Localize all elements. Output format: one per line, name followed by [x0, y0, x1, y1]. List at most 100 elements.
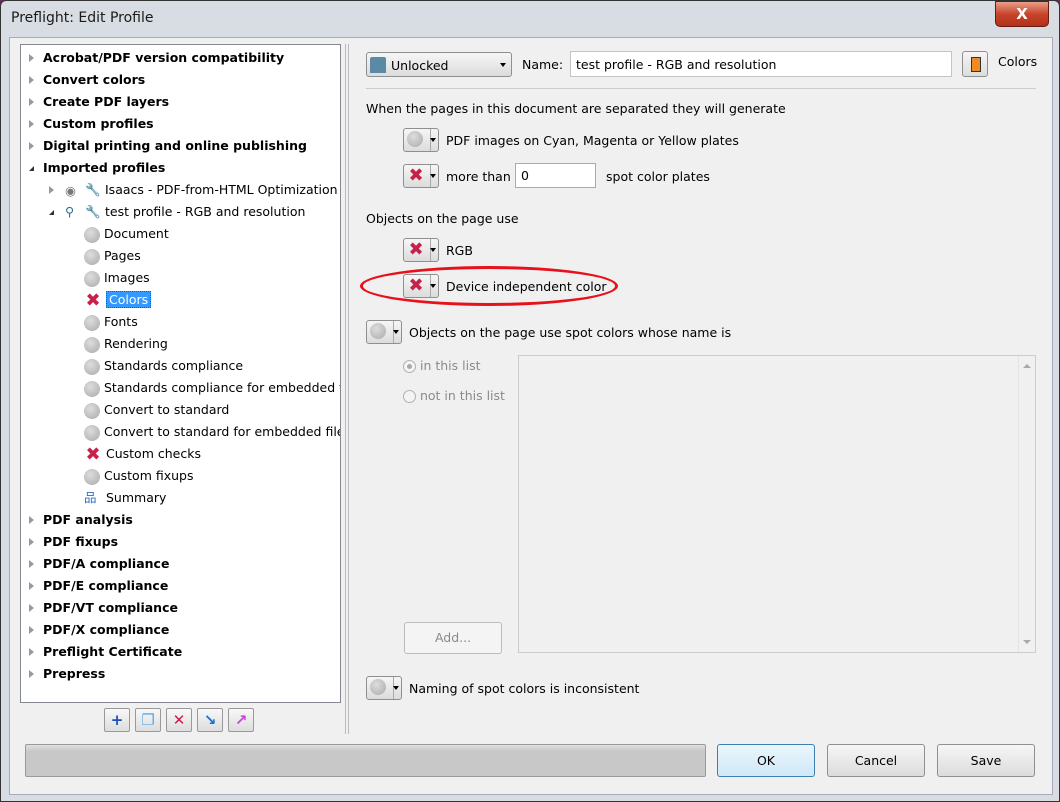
tree-item-label: Convert colors: [43, 72, 146, 87]
lock-select[interactable]: Unlocked: [366, 52, 512, 77]
add-button[interactable]: +: [104, 708, 130, 732]
not-in-list-radio[interactable]: not in this list: [403, 388, 505, 403]
collapsed-icon[interactable]: [29, 670, 34, 678]
export-button[interactable]: ↗: [228, 708, 254, 732]
images-plates-severity[interactable]: [403, 128, 439, 152]
inspect-profile-icon: ⚲: [65, 204, 75, 219]
cancel-button[interactable]: Cancel: [827, 744, 925, 777]
inactive-icon: [84, 402, 100, 419]
collapsed-icon[interactable]: [49, 186, 54, 194]
tree-check-standards-compliance-for-embedded-fil[interactable]: Standards compliance for embedded fil: [84, 378, 341, 398]
naming-severity[interactable]: [366, 676, 402, 700]
splitter[interactable]: [345, 44, 349, 734]
add-button[interactable]: Add...: [404, 622, 502, 654]
scroll-up-icon[interactable]: [1023, 364, 1031, 368]
tree-category[interactable]: PDF/VT compliance: [29, 598, 178, 618]
tree-check-fonts[interactable]: Fonts: [84, 312, 138, 332]
scrollbar[interactable]: [1018, 356, 1035, 652]
not-in-list-label: not in this list: [419, 388, 505, 403]
tree-item-label: Summary: [105, 490, 167, 505]
tree-category[interactable]: PDF analysis: [29, 510, 133, 530]
inactive-icon: [84, 358, 100, 375]
collapsed-icon[interactable]: [29, 516, 34, 524]
tree-check-rendering[interactable]: Rendering: [84, 334, 168, 354]
close-button[interactable]: X: [995, 1, 1049, 27]
collapsed-icon[interactable]: [29, 626, 34, 634]
section-label: Colors: [998, 54, 1038, 69]
profile-tree[interactable]: Acrobat/PDF version compatibility Convert…: [20, 44, 341, 703]
ok-button[interactable]: OK: [717, 744, 815, 777]
collapsed-icon[interactable]: [29, 98, 34, 106]
duplicate-button[interactable]: ❐: [135, 708, 161, 732]
name-label: Name:: [522, 57, 564, 72]
scroll-down-icon[interactable]: [1023, 640, 1031, 644]
collapsed-icon[interactable]: [29, 582, 34, 590]
tree-category[interactable]: Prepress: [29, 664, 105, 684]
collapsed-icon[interactable]: [29, 142, 34, 150]
tree-item-label: Custom profiles: [43, 116, 154, 131]
tree-check-standards-compliance[interactable]: Standards compliance: [84, 356, 243, 376]
spot-names-list[interactable]: [518, 355, 1036, 653]
collapsed-icon[interactable]: [29, 560, 34, 568]
tree-item-label: PDF analysis: [43, 512, 133, 527]
save-button[interactable]: Save: [937, 744, 1035, 777]
tree-category[interactable]: PDF fixups: [29, 532, 118, 552]
tree-check-pages[interactable]: Pages: [84, 246, 141, 266]
tree-item-label: Convert to standard: [103, 402, 230, 417]
in-list-label: in this list: [419, 358, 481, 373]
more-than-label: more than: [446, 169, 511, 184]
tree-category[interactable]: Imported profiles: [29, 158, 165, 178]
in-list-radio[interactable]: in this list: [403, 358, 481, 373]
tree-item-label: Convert to standard for embedded files: [103, 424, 341, 439]
tree-profile[interactable]: ◉ 🔧 Isaacs - PDF-from-HTML Optimization: [49, 180, 338, 200]
tree-profile[interactable]: ⚲ 🔧 test profile - RGB and resolution: [49, 202, 305, 222]
collapsed-icon[interactable]: [29, 538, 34, 546]
tree-category[interactable]: PDF/A compliance: [29, 554, 169, 574]
tree-category[interactable]: Convert colors: [29, 70, 146, 90]
collapsed-icon[interactable]: [29, 76, 34, 84]
delete-button[interactable]: ✕: [166, 708, 192, 732]
highlight-ellipse: [360, 266, 618, 306]
spot-name-severity[interactable]: [366, 320, 402, 344]
tree-category[interactable]: Custom profiles: [29, 114, 154, 134]
collapsed-icon[interactable]: [29, 120, 34, 128]
chevron-down-icon: [500, 63, 506, 67]
objects-heading: Objects on the page use: [366, 211, 519, 226]
tree-category[interactable]: PDF/X compliance: [29, 620, 169, 640]
collapsed-icon[interactable]: [29, 604, 34, 612]
tree-item-label: Custom fixups: [103, 468, 194, 483]
expanded-icon[interactable]: [49, 210, 54, 215]
locked-profile-icon: ◉: [65, 183, 76, 198]
tree-category[interactable]: PDF/E compliance: [29, 576, 169, 596]
spot-plates-label: spot color plates: [606, 169, 710, 184]
collapsed-icon[interactable]: [29, 648, 34, 656]
error-icon: ✖: [408, 165, 424, 186]
section-icon-button[interactable]: [962, 51, 988, 77]
tree-check-convert-to-standard-for-embedded-files[interactable]: Convert to standard for embedded files: [84, 422, 341, 442]
tree-category[interactable]: Digital printing and online publishing: [29, 136, 307, 156]
tree-item-label: Create PDF layers: [43, 94, 170, 109]
tree-check-summary[interactable]: 品 Summary: [84, 488, 166, 508]
import-button[interactable]: ↘: [197, 708, 223, 732]
tree-check-custom-fixups[interactable]: Custom fixups: [84, 466, 194, 486]
spot-plates-input[interactable]: [515, 163, 596, 188]
separation-heading: When the pages in this document are sepa…: [366, 101, 786, 116]
tree-check-convert-to-standard[interactable]: Convert to standard: [84, 400, 229, 420]
spot-plates-severity[interactable]: ✖: [403, 164, 439, 188]
inactive-icon: [370, 323, 386, 339]
summary-icon: 品: [84, 490, 97, 505]
tree-check-colors[interactable]: ✖ Colors: [84, 290, 152, 310]
tree-category[interactable]: Acrobat/PDF version compatibility: [29, 48, 284, 68]
tree-check-images[interactable]: Images: [84, 268, 150, 288]
naming-label: Naming of spot colors is inconsistent: [409, 681, 640, 696]
tree-category[interactable]: Create PDF layers: [29, 92, 170, 112]
expanded-icon[interactable]: [29, 166, 34, 171]
rgb-severity[interactable]: ✖: [403, 238, 439, 262]
tree-item-label: Standards compliance for embedded fil: [103, 380, 341, 395]
tree-item-label: PDF/E compliance: [43, 578, 169, 593]
profile-name-input[interactable]: [570, 51, 952, 77]
collapsed-icon[interactable]: [29, 54, 34, 62]
tree-check-document[interactable]: Document: [84, 224, 169, 244]
tree-check-custom-checks[interactable]: ✖ Custom checks: [84, 444, 201, 464]
tree-category[interactable]: Preflight Certificate: [29, 642, 182, 662]
